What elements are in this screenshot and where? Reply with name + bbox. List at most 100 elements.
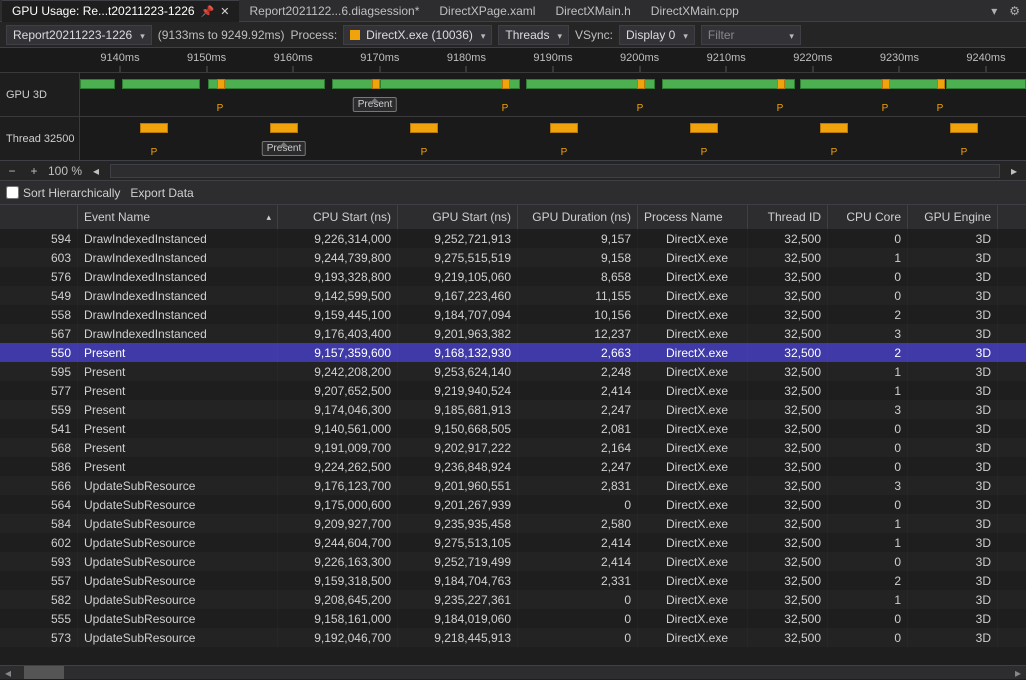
time-ruler[interactable]: 9140ms9150ms9160ms9170ms9180ms9190ms9200… <box>80 52 1026 72</box>
vsync-dropdown[interactable]: Display 0 <box>619 25 695 45</box>
cell: UpdateSubResource <box>78 514 278 533</box>
scroll-right-icon[interactable]: ▸ <box>1010 666 1026 679</box>
report-dropdown[interactable]: Report20211223-1226 <box>6 25 152 45</box>
tab-diagsession[interactable]: Report2021122...6.diagsession* <box>239 0 429 22</box>
cell: 9,275,515,519 <box>398 248 518 267</box>
cell: 32,500 <box>748 400 828 419</box>
export-data-link[interactable]: Export Data <box>130 186 193 200</box>
zoom-step-right-icon[interactable]: ▸ <box>1006 164 1022 178</box>
tab-label: DirectXPage.xaml <box>439 4 535 18</box>
cell: DrawIndexedInstanced <box>78 324 278 343</box>
cell: DirectX.exe <box>638 495 748 514</box>
table-row[interactable]: 603DrawIndexedInstanced9,244,739,8009,27… <box>0 248 1026 267</box>
zoom-out-button[interactable]: − <box>4 164 20 178</box>
cell: DirectX.exe <box>638 476 748 495</box>
table-row[interactable]: 595Present9,242,208,2009,253,624,1402,24… <box>0 362 1026 381</box>
threads-label: Threads <box>505 28 549 42</box>
column-header[interactable]: Process Name <box>638 205 748 229</box>
table-row[interactable]: 584UpdateSubResource9,209,927,7009,235,9… <box>0 514 1026 533</box>
zoom-in-button[interactable]: + <box>26 164 42 178</box>
column-header[interactable] <box>0 205 78 229</box>
table-row[interactable]: 576DrawIndexedInstanced9,193,328,8009,21… <box>0 267 1026 286</box>
cell: DrawIndexedInstanced <box>78 305 278 324</box>
cell: 32,500 <box>748 533 828 552</box>
table-row[interactable]: 555UpdateSubResource9,158,161,0009,184,0… <box>0 609 1026 628</box>
table-row[interactable]: 550Present9,157,359,6009,168,132,9302,66… <box>0 343 1026 362</box>
zoom-scroll-track[interactable] <box>110 164 1000 178</box>
cell: 3D <box>908 362 998 381</box>
cell: 3D <box>908 286 998 305</box>
cell: Present <box>78 400 278 419</box>
ruler-tick: 9160ms <box>274 52 313 64</box>
cell: 3D <box>908 457 998 476</box>
cell: 9,184,704,763 <box>398 571 518 590</box>
cell: 32,500 <box>748 305 828 324</box>
table-row[interactable]: 582UpdateSubResource9,208,645,2009,235,2… <box>0 590 1026 609</box>
table-row[interactable]: 557UpdateSubResource9,159,318,5009,184,7… <box>0 571 1026 590</box>
table-row[interactable]: 566UpdateSubResource9,176,123,7009,201,9… <box>0 476 1026 495</box>
cell: 9,208,645,200 <box>278 590 398 609</box>
table-row[interactable]: 594DrawIndexedInstanced9,226,314,0009,25… <box>0 229 1026 248</box>
cell: 1 <box>828 590 908 609</box>
filter-input[interactable]: Filter <box>701 25 801 45</box>
column-header[interactable]: Thread ID <box>748 205 828 229</box>
cell: Present <box>78 419 278 438</box>
table-row[interactable]: 564UpdateSubResource9,175,000,6009,201,2… <box>0 495 1026 514</box>
tab-directx-page-xaml[interactable]: DirectXPage.xaml <box>429 0 545 22</box>
table-body[interactable]: 594DrawIndexedInstanced9,226,314,0009,25… <box>0 229 1026 647</box>
scroll-left-icon[interactable]: ◂ <box>0 666 16 679</box>
cell: DirectX.exe <box>638 267 748 286</box>
cell: 2 <box>828 571 908 590</box>
horizontal-scrollbar[interactable]: ◂ ▸ <box>0 665 1026 679</box>
tab-directx-main-h[interactable]: DirectXMain.h <box>545 0 640 22</box>
tab-overflow-icon[interactable]: ▾ <box>985 4 1003 18</box>
table-row[interactable]: 567DrawIndexedInstanced9,176,403,4009,20… <box>0 324 1026 343</box>
table-row[interactable]: 541Present9,140,561,0009,150,668,5052,08… <box>0 419 1026 438</box>
present-marker: P <box>701 147 708 158</box>
sort-hierarchically-checkbox[interactable]: Sort Hierarchically <box>6 186 120 200</box>
pin-icon[interactable]: 📌 <box>201 5 215 18</box>
table-row[interactable]: 602UpdateSubResource9,244,604,7009,275,5… <box>0 533 1026 552</box>
cell: 9,235,935,458 <box>398 514 518 533</box>
lane-body[interactable]: PPPPPPPPresent <box>80 73 1026 116</box>
ruler-tick: 9140ms <box>100 52 139 64</box>
tab-gpu-usage-report[interactable]: GPU Usage: Re...t20211223-1226 📌 ✕ <box>2 0 239 22</box>
table-row[interactable]: 573UpdateSubResource9,192,046,7009,218,4… <box>0 628 1026 647</box>
cell: 0 <box>828 419 908 438</box>
settings-gear-icon[interactable]: ⚙ <box>1003 4 1026 18</box>
zoom-step-left-icon[interactable]: ◂ <box>88 164 104 178</box>
cell: 3D <box>908 552 998 571</box>
table-row[interactable]: 577Present9,207,652,5009,219,940,5242,41… <box>0 381 1026 400</box>
cell: 32,500 <box>748 438 828 457</box>
present-marker: P <box>217 103 224 114</box>
table-row[interactable]: 586Present9,224,262,5009,236,848,9242,24… <box>0 457 1026 476</box>
ruler-tick: 9240ms <box>966 52 1005 64</box>
table-row[interactable]: 568Present9,191,009,7009,202,917,2222,16… <box>0 438 1026 457</box>
cell: 550 <box>0 343 78 362</box>
table-row[interactable]: 549DrawIndexedInstanced9,142,599,5009,16… <box>0 286 1026 305</box>
cell: DirectX.exe <box>638 248 748 267</box>
column-header[interactable]: GPU Engine <box>908 205 998 229</box>
chevron-down-icon <box>681 28 688 42</box>
column-header[interactable]: CPU Core <box>828 205 908 229</box>
cell: 9,184,707,094 <box>398 305 518 324</box>
present-marker: P <box>151 147 158 158</box>
ruler-tick: 9170ms <box>360 52 399 64</box>
lane-gpu-3d: GPU 3D PPPPPPPPresent <box>0 72 1026 116</box>
table-row[interactable]: 593UpdateSubResource9,226,163,3009,252,7… <box>0 552 1026 571</box>
cell: 0 <box>828 609 908 628</box>
column-header[interactable]: CPU Start (ns) <box>278 205 398 229</box>
close-icon[interactable]: ✕ <box>220 5 229 18</box>
cell: 32,500 <box>748 267 828 286</box>
threads-dropdown[interactable]: Threads <box>498 25 569 45</box>
column-header[interactable]: Event Name <box>78 205 278 229</box>
table-row[interactable]: 559Present9,174,046,3009,185,681,9132,24… <box>0 400 1026 419</box>
cell: DrawIndexedInstanced <box>78 286 278 305</box>
cell: 3D <box>908 590 998 609</box>
process-dropdown[interactable]: DirectX.exe (10036) <box>343 25 492 45</box>
tab-directx-main-cpp[interactable]: DirectXMain.cpp <box>641 0 749 22</box>
table-row[interactable]: 558DrawIndexedInstanced9,159,445,1009,18… <box>0 305 1026 324</box>
column-header[interactable]: GPU Duration (ns) <box>518 205 638 229</box>
lane-body[interactable]: PPPPPPPPresent <box>80 117 1026 160</box>
column-header[interactable]: GPU Start (ns) <box>398 205 518 229</box>
